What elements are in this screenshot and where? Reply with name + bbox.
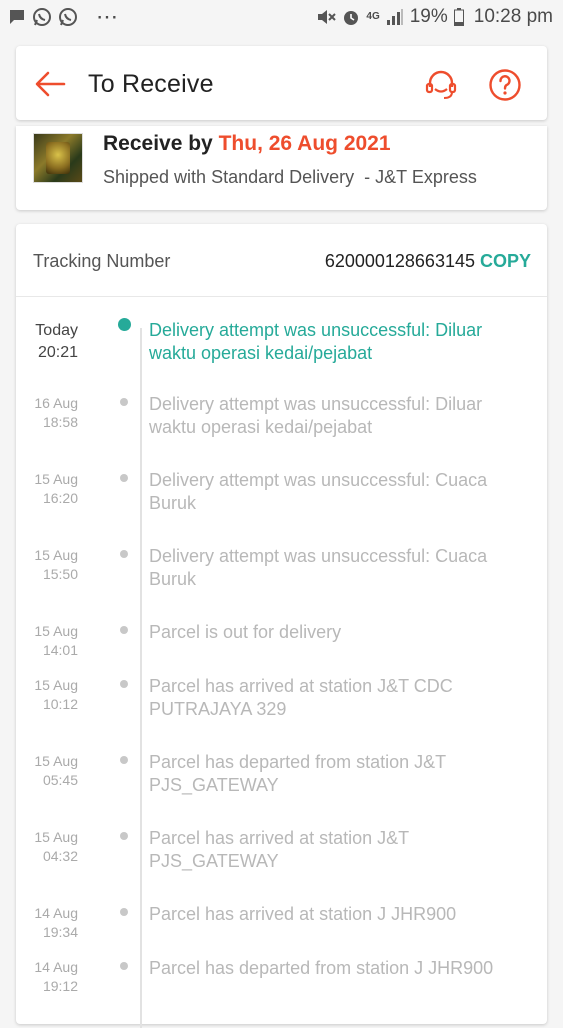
event-description: Parcel has arrived at station J&T PJS_GA… [149, 828, 409, 871]
header-bar: To Receive [16, 46, 547, 120]
event-description: Delivery attempt was unsuccessful: Cuaca… [149, 546, 488, 589]
event-datetime: 16 Aug 18:58 [16, 394, 78, 432]
event-datetime: 15 Aug 14:01 [16, 622, 78, 660]
tracking-number-row: Tracking Number 620000128663145 COPY [16, 224, 547, 297]
status-dot [120, 908, 128, 916]
receive-date: Thu, 26 Aug 2021 [218, 132, 391, 155]
tracking-label: Tracking Number [33, 251, 171, 271]
event-time: 18:58 [42, 414, 78, 430]
status-bar-notifications: ⋯ [8, 4, 119, 29]
status-dot [120, 626, 128, 634]
event-description: Parcel has departed from station J JHR90… [149, 958, 494, 978]
event-date: 14 Aug [34, 959, 78, 975]
shipping-method: Shipped with Standard Delivery - J&T Exp… [103, 167, 477, 187]
event-datetime: 15 Aug 15:50 [16, 546, 78, 584]
battery-icon [453, 8, 464, 26]
alarm-icon [344, 11, 359, 25]
event-time: 16:20 [42, 490, 78, 506]
event-time: 10:12 [42, 696, 78, 712]
event-datetime: 15 Aug 05:45 [16, 752, 78, 790]
receive-prefix: Receive by [103, 132, 213, 155]
mute-icon [318, 10, 337, 24]
network-type: 4G [366, 11, 380, 22]
shipment-summary[interactable]: Receive by Thu, 26 Aug 2021 Shipped with… [16, 126, 547, 210]
customer-support-icon[interactable] [424, 68, 458, 102]
event-datetime: 14 Aug 19:34 [16, 904, 78, 942]
event-datetime: 15 Aug 16:20 [16, 470, 78, 508]
event-datetime: Today 20:21 [16, 320, 78, 364]
event-date: 15 Aug [34, 753, 78, 769]
status-dot [120, 398, 128, 406]
message-icon [10, 10, 24, 24]
battery-level: 19% [409, 6, 448, 27]
event-time: 14:01 [42, 642, 78, 658]
status-dot [120, 474, 128, 482]
status-dot [120, 962, 128, 970]
signal-icon [386, 9, 403, 25]
event-description: Parcel has arrived at station J&T CDC PU… [149, 676, 453, 719]
status-bar-system: 4G 19% 10:28 pm [316, 6, 553, 28]
event-date: 15 Aug [34, 471, 78, 487]
event-date: 15 Aug [34, 547, 78, 563]
event-time: 19:34 [42, 924, 78, 940]
event-date: 14 Aug [34, 905, 78, 921]
status-bar: ⋯ 4G 19% 10:28 pm [0, 0, 563, 36]
status-dot [120, 550, 128, 558]
event-date: 15 Aug [34, 623, 78, 639]
event-date: 16 Aug [34, 395, 78, 411]
back-arrow-icon[interactable] [34, 70, 66, 98]
event-description: Parcel is out for delivery [149, 622, 342, 642]
event-date: 15 Aug [34, 677, 78, 693]
event-time: 20:21 [37, 344, 78, 361]
clock: 10:28 pm [473, 6, 553, 27]
event-datetime: 15 Aug 04:32 [16, 828, 78, 866]
page-title: To Receive [88, 70, 214, 98]
event-description: Parcel has arrived at station J JHR900 [149, 904, 457, 924]
event-time: 05:45 [42, 772, 78, 788]
timeline-line [140, 328, 142, 1028]
status-dot [120, 756, 128, 764]
event-description: Delivery attempt was unsuccessful: Dilua… [149, 394, 483, 437]
current-status-dot [118, 318, 131, 331]
event-time: 15:50 [42, 566, 78, 582]
event-description: Delivery attempt was unsuccessful: Cuaca… [149, 470, 488, 513]
event-time: 19:12 [42, 978, 78, 994]
event-datetime: 14 Aug 19:12 [16, 958, 78, 996]
event-description: Delivery attempt was unsuccessful: Dilua… [149, 320, 483, 363]
receive-by: Receive by Thu, 26 Aug 2021 [103, 132, 391, 156]
whatsapp-icon [33, 8, 51, 26]
status-dot [120, 680, 128, 688]
copy-button[interactable]: COPY [480, 251, 531, 272]
tracking-number: 620000128663145 [324, 251, 475, 271]
event-description: Parcel has departed from station J&T PJS… [149, 752, 446, 795]
event-datetime: 15 Aug 10:12 [16, 676, 78, 714]
event-date: Today [35, 322, 78, 339]
tracking-card: Tracking Number 620000128663145 COPY Tod… [16, 224, 547, 1028]
whatsapp-icon [59, 8, 77, 26]
event-date: 15 Aug [34, 829, 78, 845]
status-dot [120, 832, 128, 840]
help-icon[interactable] [488, 68, 522, 102]
product-thumbnail [33, 133, 83, 183]
event-time: 04:32 [42, 848, 78, 864]
more-dots-icon: ⋯ [96, 4, 119, 29]
